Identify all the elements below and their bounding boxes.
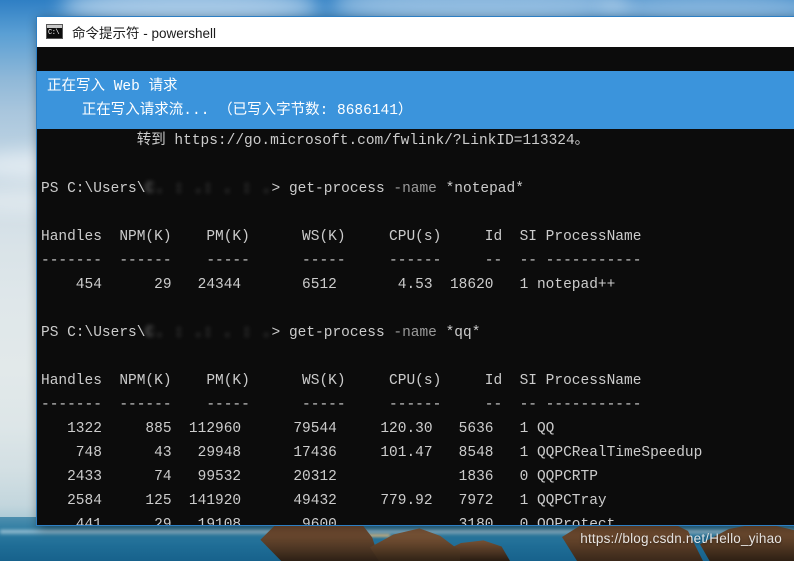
progress-detail-label: 正在写入请求流... （已写入字节数: 8686141） <box>47 103 413 119</box>
command-2-value: *qq* <box>445 325 481 341</box>
table-row: 441 29 19108 9600 3180 0 QQProtect <box>41 517 616 525</box>
table-row: 454 29 24344 6512 4.53 18620 1 notepad++ <box>41 277 616 293</box>
watermark-text: https://blog.csdn.net/Hello_yihao <box>580 531 782 546</box>
table-row: 2433 74 99532 20312 1836 0 QQPCRTP <box>41 469 598 485</box>
redirect-notice-line: 转到 https://go.microsoft.com/fwlink/?Link… <box>41 133 590 149</box>
cmd-console-icon: C:\ <box>46 24 63 39</box>
window-title: 命令提示符 - powershell <box>72 25 217 41</box>
notepad-table-header: Handles NPM(K) PM(K) WS(K) CPU(s) Id SI … <box>41 229 642 245</box>
prompt-path-prefix: PS C:\Users\ <box>41 181 146 197</box>
console-window[interactable]: C:\ 命令提示符 - powershell 正在写入 Web 请求 正在写入请… <box>36 16 794 526</box>
qq-table-header: Handles NPM(K) PM(K) WS(K) CPU(s) Id SI … <box>41 373 642 389</box>
prompt-suffix: > <box>271 325 289 341</box>
table-row: 1322 885 112960 79544 120.30 5636 1 QQ <box>41 421 555 437</box>
qq-table-separator: ------- ------ ----- ----- ------ -- -- … <box>41 397 642 413</box>
prompt-username-redacted: C. : .: . : . <box>145 181 272 197</box>
command-1-value: *notepad* <box>445 181 524 197</box>
prompt-line-1[interactable]: PS C:\Users\C. : .: . : .> get-process -… <box>37 177 794 201</box>
window-titlebar[interactable]: C:\ 命令提示符 - powershell <box>37 17 794 47</box>
progress-status-bar: 正在写入 Web 请求 正在写入请求流... （已写入字节数: 8686141） <box>37 71 794 129</box>
command-2-param: -name <box>393 325 437 341</box>
prompt-path-prefix: PS C:\Users\ <box>41 325 146 341</box>
notepad-table-separator: ------- ------ ----- ----- ------ -- -- … <box>41 253 642 269</box>
progress-activity-label: 正在写入 Web 请求 <box>47 79 178 95</box>
console-output-area[interactable]: 正在写入 Web 请求 正在写入请求流... （已写入字节数: 8686141）… <box>37 47 794 525</box>
prompt-username-redacted: C. : .: . : . <box>145 325 272 341</box>
command-1-name: get-process <box>288 181 385 197</box>
table-row: 2584 125 141920 49432 779.92 7972 1 QQPC… <box>41 493 607 509</box>
command-1-param: -name <box>393 181 437 197</box>
command-2-name: get-process <box>288 325 385 341</box>
prompt-suffix: > <box>271 181 289 197</box>
cmd-icon-prompt-glyph: C:\ <box>48 29 60 37</box>
desktop-background: https://blog.csdn.net/Hello_yihao C:\ 命令… <box>0 0 794 561</box>
table-row: 748 43 29948 17436 101.47 8548 1 QQPCRea… <box>41 445 703 461</box>
prompt-line-2[interactable]: PS C:\Users\C. : .: . : .> get-process -… <box>37 321 794 345</box>
